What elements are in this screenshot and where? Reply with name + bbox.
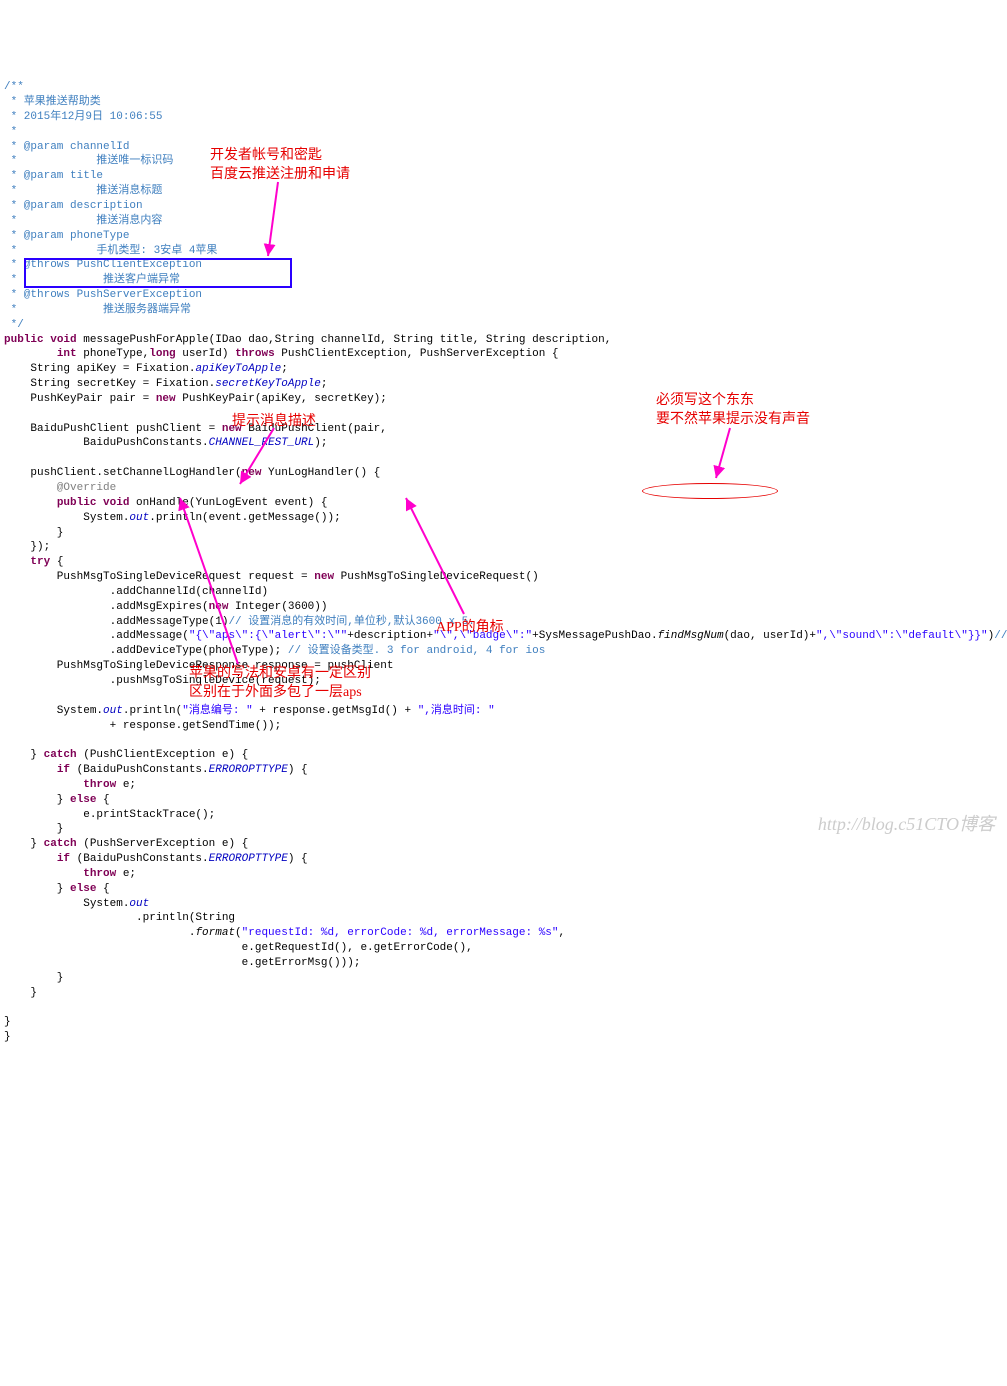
method-signature-line2: int phoneType,long userId) throws PushCl… xyxy=(4,348,559,360)
comment-line: * @param title xyxy=(4,170,103,182)
annotation-sound-required: 必须写这个东东 要不然苹果提示没有声音 xyxy=(656,392,810,430)
method-signature: public void messagePushForApple(IDao dao… xyxy=(4,334,611,346)
code-line: e.getErrorMsg())); xyxy=(4,957,360,969)
code-line: System.out xyxy=(4,898,149,910)
comment-line: * xyxy=(4,126,17,138)
code-line: String apiKey = Fixation.apiKeyToApple; xyxy=(4,363,288,375)
code-line: pushClient.setChannelLogHandler(new YunL… xyxy=(4,467,380,479)
comment-line: * @param phoneType xyxy=(4,230,129,242)
comment-line: * 推送唯一标识码 xyxy=(4,155,173,167)
code-block: /** * 苹果推送帮助类 * 2015年12月9日 10:06:55 * * … xyxy=(4,65,1003,1045)
code-line: } xyxy=(4,823,63,835)
annotation-alert-desc: 提示消息描述 xyxy=(232,413,316,432)
code-line: } else { xyxy=(4,883,110,895)
code-line: try { xyxy=(4,556,63,568)
code-line: if (BaiduPushConstants.ERROROPTTYPE) { xyxy=(4,853,308,865)
comment-line: * 推送服务器端异常 xyxy=(4,304,191,316)
code-line: .addMessageType(1)// 设置消息的有效时间,单位秒,默认360… xyxy=(4,616,475,628)
comment-line: * 推送消息内容 xyxy=(4,215,162,227)
annotation-apple-diff: 苹果的写法和安卓有一定区别 区别在于外面多包了一层aps xyxy=(189,665,371,703)
code-line: } xyxy=(4,527,63,539)
comment-line: /** xyxy=(4,81,24,93)
code-line: .addMessage("{\"aps\":{\"alert\":\""+des… xyxy=(4,630,1007,642)
code-line: e.getRequestId(), e.getErrorCode(), xyxy=(4,942,473,954)
code-line: @Override xyxy=(4,482,116,494)
code-line: } catch (PushClientException e) { xyxy=(4,749,248,761)
comment-line: */ xyxy=(4,319,24,331)
code-line: PushMsgToSingleDeviceRequest request = n… xyxy=(4,571,539,583)
code-line: + response.getSendTime()); xyxy=(4,720,281,732)
code-line: String secretKey = Fixation.secretKeyToA… xyxy=(4,378,327,390)
code-line: throw e; xyxy=(4,779,136,791)
code-line: System.out.println("消息编号: " + response.g… xyxy=(4,705,495,717)
code-line: BaiduPushConstants.CHANNEL_REST_URL); xyxy=(4,437,327,449)
watermark: http://blog.c51CTO博客 xyxy=(818,812,995,836)
code-line: .println(String xyxy=(4,912,235,924)
code-line: } catch (PushServerException e) { xyxy=(4,838,248,850)
code-line: } else { xyxy=(4,794,110,806)
code-line: } xyxy=(4,1016,11,1028)
code-line: } xyxy=(4,987,37,999)
comment-line: * @throws PushServerException xyxy=(4,289,202,301)
comment-line: * @param description xyxy=(4,200,143,212)
code-line: .addChannelId(channelId) xyxy=(4,586,268,598)
annotation-app-badge: APP的角标 xyxy=(436,619,504,638)
comment-line: * 2015年12月9日 10:06:55 xyxy=(4,111,162,123)
comment-line: * 苹果推送帮助类 xyxy=(4,96,101,108)
highlight-oval-sound xyxy=(642,483,778,499)
code-line: } xyxy=(4,972,63,984)
code-line: }); xyxy=(4,541,50,553)
code-line: PushKeyPair pair = new PushKeyPair(apiKe… xyxy=(4,393,387,405)
code-line: e.printStackTrace(); xyxy=(4,809,215,821)
code-line: if (BaiduPushConstants.ERROROPTTYPE) { xyxy=(4,764,308,776)
code-line: .format("requestId: %d, errorCode: %d, e… xyxy=(4,927,565,939)
code-line: .addDeviceType(phoneType); // 设置设备类型. 3 … xyxy=(4,645,545,657)
code-line: throw e; xyxy=(4,868,136,880)
annotation-developer-account: 开发者帐号和密匙 百度云推送注册和申请 xyxy=(210,147,350,185)
close-brace: } xyxy=(4,1031,11,1043)
code-line: BaiduPushClient pushClient = new BaiduPu… xyxy=(4,423,387,435)
comment-line: * @param channelId xyxy=(4,141,129,153)
highlight-box-keys xyxy=(24,258,292,288)
comment-line: * 手机类型: 3安卓 4苹果 xyxy=(4,245,217,257)
code-line: public void onHandle(YunLogEvent event) … xyxy=(4,497,327,509)
code-line: .addMsgExpires(new Integer(3600)) xyxy=(4,601,327,613)
comment-line: * 推送消息标题 xyxy=(4,185,162,197)
code-line: System.out.println(event.getMessage()); xyxy=(4,512,341,524)
